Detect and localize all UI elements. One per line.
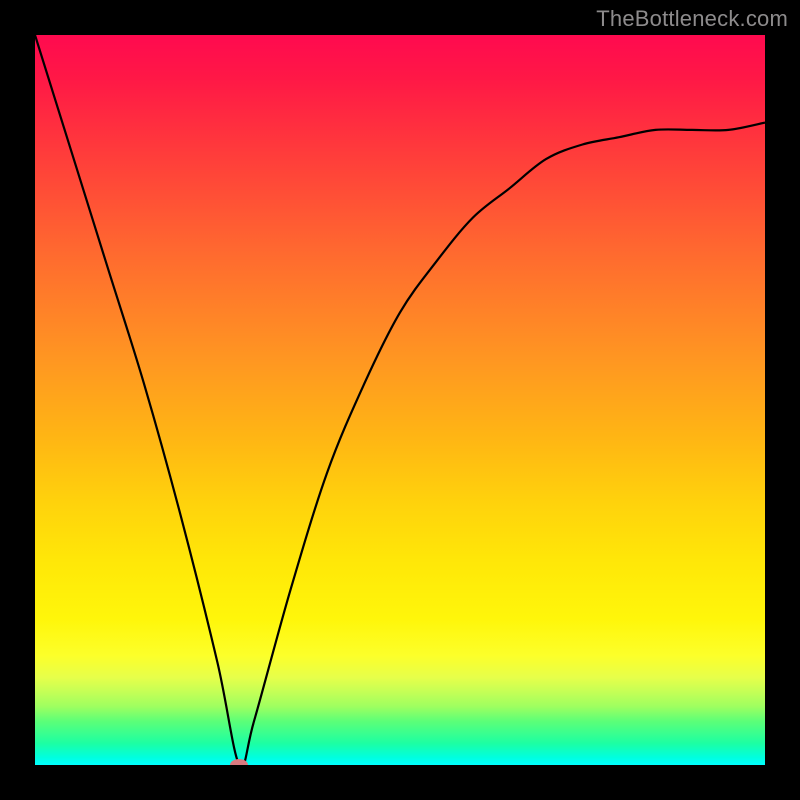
bottleneck-curve [35, 35, 765, 765]
chart-frame: TheBottleneck.com [0, 0, 800, 800]
watermark-text: TheBottleneck.com [596, 6, 788, 32]
curve-path [35, 35, 765, 765]
minimum-marker [230, 759, 248, 765]
plot-area [35, 35, 765, 765]
